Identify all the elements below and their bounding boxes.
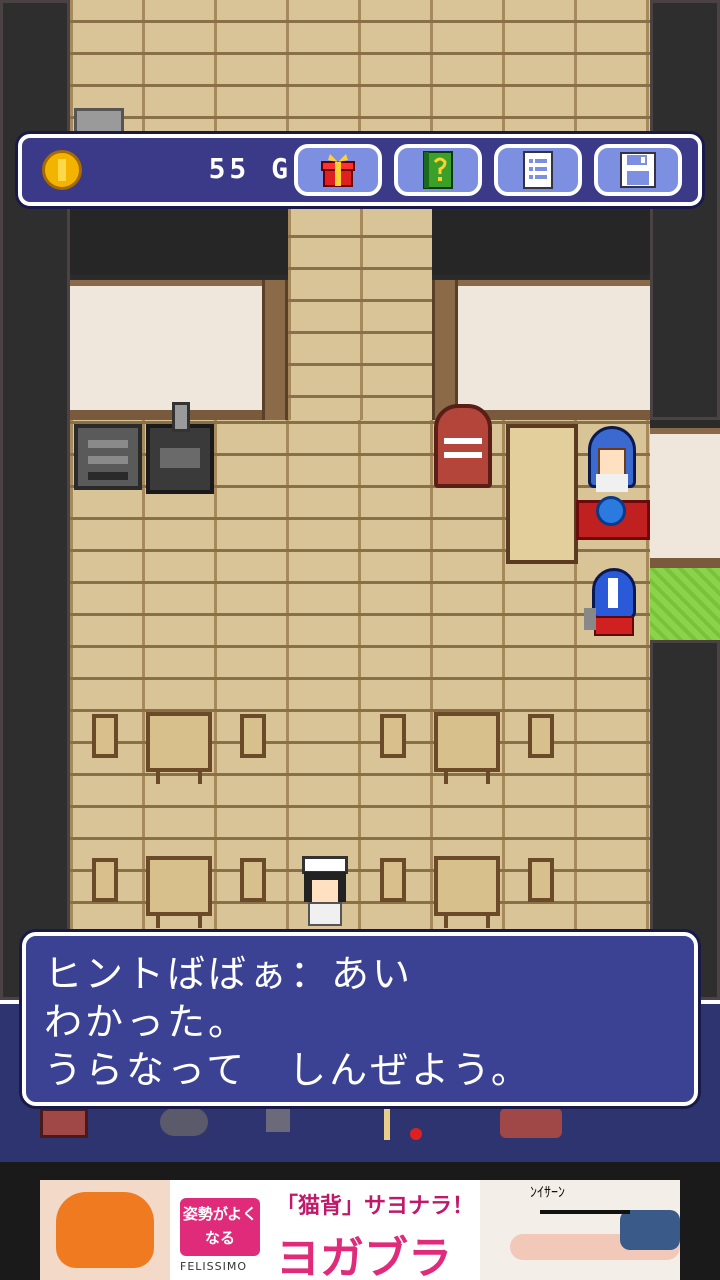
ad-product-image [40, 1180, 170, 1280]
pillar-right [432, 280, 458, 420]
wall-face-left [70, 280, 270, 420]
grass-exit[interactable] [650, 568, 720, 640]
dialog-box[interactable]: ヒントばばぁ：あい わかった。 うらなって しんぜよう。 [22, 932, 698, 1106]
gift-icon [321, 154, 355, 187]
counter [506, 424, 578, 564]
chair [240, 858, 266, 902]
gift-button[interactable] [294, 144, 382, 196]
wall-face-exit [650, 428, 720, 568]
chair [528, 714, 554, 758]
ad-caption: ﾝｲｻｰﾝ [530, 1185, 565, 1201]
item-pouch-icon[interactable] [160, 1108, 208, 1136]
gold-coin-icon [42, 150, 82, 190]
chair [92, 858, 118, 902]
hint-button[interactable] [394, 144, 482, 196]
fortune-teller-npc[interactable] [584, 426, 640, 494]
gold-counter: 55 G [142, 152, 292, 185]
save-disk-icon [620, 152, 656, 188]
pillar-left [262, 280, 288, 420]
anvil-icon[interactable] [146, 402, 214, 494]
chair [528, 858, 554, 902]
chair [92, 714, 118, 758]
dialog-line-1: ヒントばばぁ：あい [44, 952, 414, 996]
cook-npc[interactable] [298, 856, 352, 928]
ad-model-image: ﾝｲｻｰﾝ [480, 1180, 680, 1280]
dialog-line-3: うらなって しんぜよう。 [44, 1048, 532, 1092]
save-button[interactable] [594, 144, 682, 196]
ad-tagline: 「猫背」サヨナラ！ [276, 1194, 475, 1219]
item-stone-icon[interactable] [266, 1108, 290, 1132]
ad-brand: FELISSIMO [180, 1260, 248, 1273]
menu-button[interactable] [494, 144, 582, 196]
gold-amount: 55 [208, 152, 251, 185]
wall-face-right [450, 280, 650, 420]
gold-unit: G [271, 152, 292, 185]
stairs-icon[interactable] [74, 108, 124, 134]
mailbox-icon[interactable] [434, 404, 492, 488]
table [146, 856, 212, 928]
status-bar: 55 G [18, 134, 702, 206]
table [434, 856, 500, 928]
table [434, 712, 500, 784]
crystal-ball-icon[interactable] [596, 496, 626, 526]
item-staff-icon[interactable] [384, 1108, 444, 1142]
item-ribbon-icon[interactable] [500, 1108, 562, 1138]
dialog-line-2: わかった。 [44, 1000, 250, 1044]
ad-product-name: ヨガブラ [276, 1233, 452, 1280]
right-wall-upper [650, 0, 720, 420]
chair [380, 858, 406, 902]
ad-banner[interactable]: 姿勢がよくなる FELISSIMO 「猫背」サヨナラ！ ヨガブラ ﾝｲｻｰﾝ [40, 1180, 680, 1280]
chair [380, 714, 406, 758]
chair [240, 714, 266, 758]
corridor-floor [288, 200, 432, 430]
table [146, 712, 212, 784]
hint-book-icon [423, 151, 453, 189]
menu-list-icon [523, 151, 553, 189]
ad-badge-text: 姿勢がよくなる [182, 1205, 258, 1247]
item-book-icon[interactable] [40, 1108, 88, 1138]
hero-player[interactable] [584, 568, 644, 638]
furnace-icon[interactable] [74, 424, 142, 490]
ad-badge: 姿勢がよくなる [180, 1198, 260, 1256]
